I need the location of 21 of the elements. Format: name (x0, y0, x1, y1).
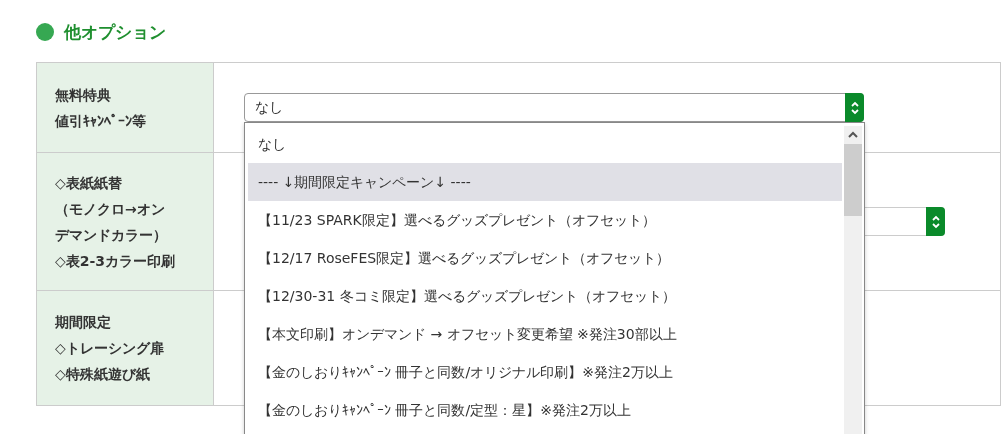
dropdown-option[interactable]: 【本文印刷】オンデマンド → オフセット変更希望 ※発注30部以上 (248, 315, 842, 353)
row-label: ◇トレーシング扉 (55, 339, 165, 358)
bullet-icon (36, 23, 54, 41)
dropdown-option[interactable]: 【12/30-31 冬コミ限定】選べるグッズプレゼント（オフセット） (248, 277, 842, 315)
scrollbar[interactable] (844, 126, 862, 434)
row-label: 値引ｷｬﾝﾍﾟｰﾝ等 (55, 111, 147, 131)
row-label: ◇特殊紙遊び紙 (55, 365, 151, 384)
row-label: ◇表紙紙替 (55, 173, 123, 193)
row-label: 無料特典 (55, 85, 112, 105)
dropdown-option[interactable]: 【金のしおりｷｬﾝﾍﾟｰﾝ 冊子と同数/定型：星】※発注2万以上 (248, 391, 842, 429)
scroll-up-icon[interactable] (848, 131, 858, 139)
dropdown-option[interactable]: 【金のしおりｷｬﾝﾍﾟｰﾝ 冊子と同数/オリジナル印刷】※発注2万以上 (248, 353, 842, 391)
dropdown-option[interactable]: なし (248, 125, 842, 163)
row-label: （モノクロ→オン (55, 199, 166, 219)
dropdown-option[interactable]: 【12/17 RoseFES限定】選べるグッズプレゼント（オフセット） (248, 239, 842, 277)
row-label: 期間限定 (55, 313, 112, 332)
dropdown-option[interactable]: ---- ↓期間限定キャンペーン↓ ---- (248, 163, 842, 201)
dropdown-option[interactable]: 【11/23 SPARK限定】選べるグッズプレゼント（オフセット） (248, 201, 842, 239)
row-label: ◇表2-3カラー印刷 (55, 251, 177, 271)
row-label: デマンドカラー） (55, 225, 168, 245)
section-heading: 他オプション (64, 20, 166, 44)
